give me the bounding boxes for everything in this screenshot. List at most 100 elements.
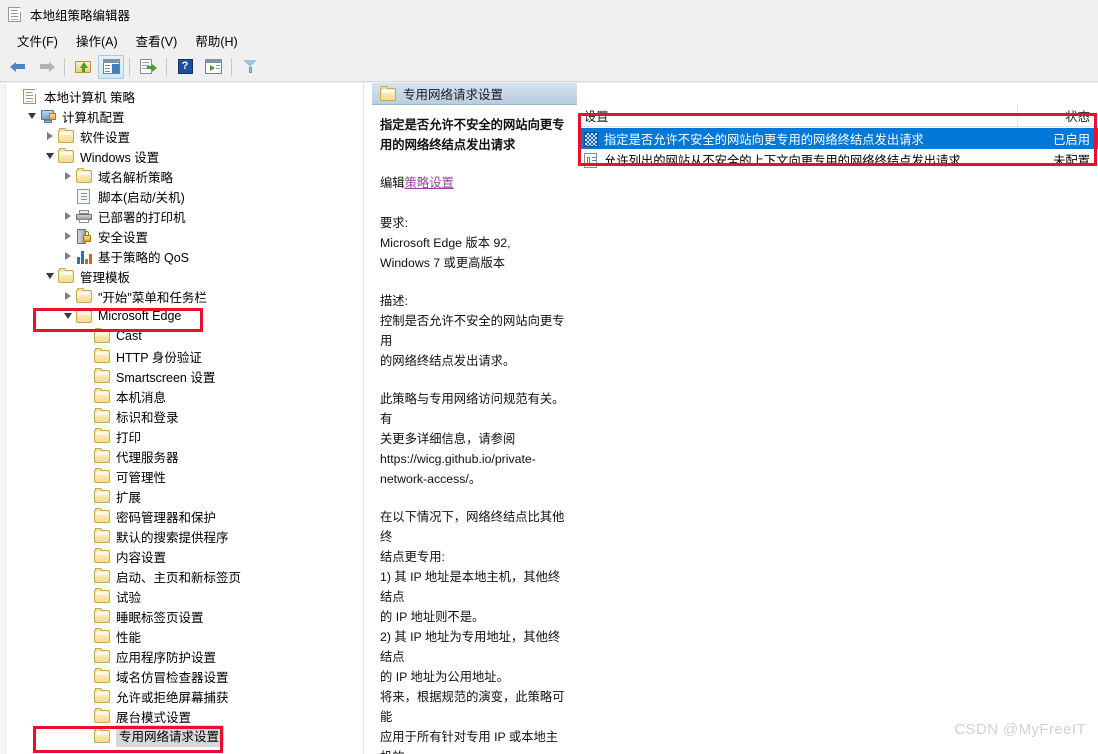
tree-node[interactable]: 内容设置	[6, 546, 363, 566]
tree-node[interactable]: 软件设置	[6, 126, 363, 146]
folder-icon	[94, 608, 111, 624]
menu-view[interactable]: 查看(V)	[127, 29, 187, 53]
forward-button[interactable]	[33, 55, 59, 79]
tree-node[interactable]: 打印	[6, 426, 363, 446]
tree-node-label: 扩展	[116, 490, 142, 505]
tree-node[interactable]: 密码管理器和保护	[6, 506, 363, 526]
tree-node[interactable]: 性能	[6, 626, 363, 646]
tree-node[interactable]: 域名解析策略	[6, 166, 363, 186]
chevron-right-icon[interactable]	[60, 208, 76, 224]
export-list-button[interactable]	[135, 55, 161, 79]
tree-node[interactable]: 域名仿冒检查器设置	[6, 666, 363, 686]
list-item[interactable]: 指定是否允许不安全的网站向更专用的网络终结点发出请求 已启用	[578, 128, 1098, 149]
tree-twisty-placeholder	[78, 448, 94, 464]
chevron-right-icon[interactable]	[60, 228, 76, 244]
tree-twisty-placeholder	[78, 588, 94, 604]
tree-node[interactable]: 展台模式设置	[6, 706, 363, 726]
tree-node[interactable]: 启动、主页和新标签页	[6, 566, 363, 586]
up-one-level-button[interactable]	[70, 55, 96, 79]
printer-icon	[76, 208, 93, 224]
tree-node[interactable]: HTTP 身份验证	[6, 346, 363, 366]
list-item[interactable]: 允许列出的网站从不安全的上下文向更专用的网络终结点发出请求 未配置	[578, 149, 1098, 170]
folder-icon	[94, 408, 111, 424]
tree-node[interactable]: 可管理性	[6, 466, 363, 486]
chevron-right-icon[interactable]	[42, 128, 58, 144]
tree-node-label: 睡眠标签页设置	[116, 610, 204, 625]
chevron-down-icon[interactable]	[60, 308, 76, 324]
tree-node-label: Cast	[116, 329, 142, 343]
tree-node[interactable]: 睡眠标签页设置	[6, 606, 363, 626]
tree-node[interactable]: 计算机配置	[6, 106, 363, 126]
back-button[interactable]	[5, 55, 31, 79]
title-bar: 本地组策略编辑器	[0, 0, 1098, 29]
tree-node[interactable]: 本地计算机 策略	[6, 86, 363, 106]
tree-node[interactable]: 管理模板	[6, 266, 363, 286]
folder-icon	[94, 708, 111, 724]
tree-node-label: 专用网络请求设置	[116, 725, 225, 747]
tree-node[interactable]: 基于策略的 QoS	[6, 246, 363, 266]
tree-node-label: 脚本(启动/关机)	[98, 190, 185, 205]
folder-icon	[94, 328, 111, 344]
para2-line-2: 关更多详细信息，请参阅	[380, 432, 516, 446]
tree-node[interactable]: Smartscreen 设置	[6, 366, 363, 386]
tree-node-label: 内容设置	[116, 550, 167, 565]
tree-node[interactable]: Cast	[6, 326, 363, 346]
tree-node[interactable]: 专用网络请求设置	[6, 725, 363, 747]
tree-twisty-placeholder	[78, 348, 94, 364]
tree-twisty-placeholder	[78, 328, 94, 344]
chevron-down-icon[interactable]	[42, 148, 58, 164]
policy-setting-icon	[582, 152, 600, 168]
settings-list-pane[interactable]: 设置 状态 指定是否允许不安全的网站向更专用的网络终结点发出请求 已启用 允许列出的…	[578, 83, 1098, 754]
tree-node[interactable]: 代理服务器	[6, 446, 363, 466]
folder-icon	[58, 268, 75, 284]
tree-twisty-placeholder	[78, 428, 94, 444]
properties-button[interactable]	[200, 55, 226, 79]
description-line-2: 的网络终结点发出请求。	[380, 354, 516, 368]
requirements-section: 要求: Microsoft Edge 版本 92, Windows 7 或更高版…	[380, 213, 567, 273]
tree-node[interactable]: "开始"菜单和任务栏	[6, 286, 363, 306]
tree-node[interactable]: Microsoft Edge	[6, 306, 363, 326]
folder-icon	[94, 548, 111, 564]
chevron-right-icon[interactable]	[60, 168, 76, 184]
tree-node[interactable]: 已部署的打印机	[6, 206, 363, 226]
tree-node[interactable]: Windows 设置	[6, 146, 363, 166]
chevron-down-icon[interactable]	[24, 108, 40, 124]
folder-icon	[58, 148, 75, 164]
tree-node[interactable]: 标识和登录	[6, 406, 363, 426]
para3-line-4: 的 IP 地址则不是。	[380, 610, 485, 624]
tree-node[interactable]: 本机消息	[6, 386, 363, 406]
tree-node[interactable]: 应用程序防护设置	[6, 646, 363, 666]
tree-node[interactable]: 脚本(启动/关机)	[6, 186, 363, 206]
filter-button[interactable]	[237, 55, 263, 79]
menu-action[interactable]: 操作(A)	[67, 29, 127, 53]
description-body: 指定是否允许不安全的网站向更专用的网络终结点发出请求 编辑策略设置 要求: Mi…	[372, 105, 577, 754]
chevron-down-icon[interactable]	[42, 268, 58, 284]
tree-twisty-placeholder	[78, 708, 94, 724]
back-arrow-icon	[9, 60, 27, 74]
show-hide-tree-button[interactable]	[98, 54, 124, 79]
menu-help[interactable]: 帮助(H)	[186, 29, 246, 53]
para3-line-5: 2) 其 IP 地址为专用地址，其他终结点	[380, 630, 561, 664]
tree-node-label: 本地计算机 策略	[44, 90, 135, 105]
menu-file[interactable]: 文件(F)	[8, 29, 67, 53]
chevron-right-icon[interactable]	[60, 288, 76, 304]
description-label: 描述:	[380, 294, 409, 308]
edit-policy-setting-link[interactable]: 策略设置	[405, 176, 454, 190]
tree-node[interactable]: 扩展	[6, 486, 363, 506]
tree-node[interactable]: 试验	[6, 586, 363, 606]
policy-setting-icon	[582, 131, 600, 147]
help-button[interactable]: ?	[172, 55, 198, 79]
chevron-right-icon[interactable]	[60, 248, 76, 264]
console-tree-pane[interactable]: 本地计算机 策略 计算机配置 软件设置 Windows 设置 域名解析策略脚本(启动/关…	[0, 83, 364, 754]
tree-node[interactable]: 默认的搜索提供程序	[6, 526, 363, 546]
tree-node[interactable]: 安全设置	[6, 226, 363, 246]
folder-icon	[94, 648, 111, 664]
tree-node[interactable]: 允许或拒绝屏幕捕获	[6, 686, 363, 706]
folder-icon	[76, 288, 93, 304]
column-header-state[interactable]: 状态	[1018, 105, 1098, 127]
folder-icon	[94, 588, 111, 604]
column-header-setting[interactable]: 设置	[578, 105, 1018, 127]
watermark: CSDN @MyFreeIT	[954, 721, 1086, 738]
para3-line-8: 应用于所有针对专用 IP 或本地主机的	[380, 730, 559, 754]
tree-twisty-placeholder	[78, 648, 94, 664]
